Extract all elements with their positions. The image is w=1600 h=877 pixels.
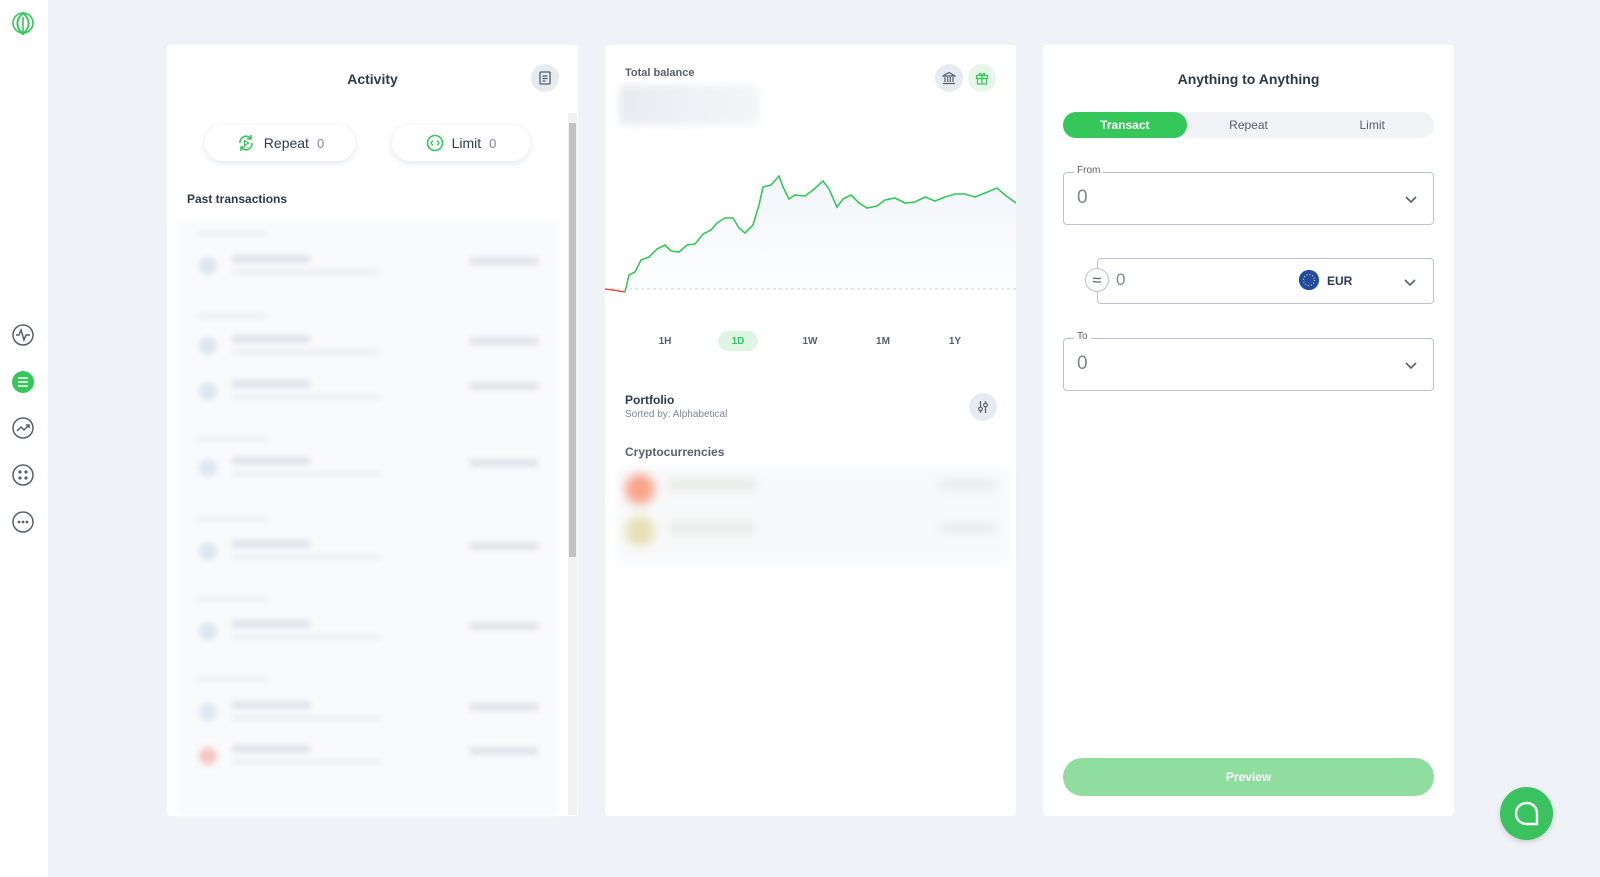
bank-icon bbox=[942, 71, 956, 85]
chat-support-button[interactable] bbox=[1500, 787, 1553, 840]
balance-panel: Total balance 1H 1D 1W 1M 1Y Portfolio S… bbox=[605, 45, 1016, 816]
crypto-list bbox=[617, 468, 1009, 564]
sidebar bbox=[0, 0, 48, 877]
exchange-panel: Anything to Anything Transact Repeat Lim… bbox=[1043, 45, 1454, 816]
balance-chart bbox=[605, 174, 1016, 293]
balance-amount bbox=[619, 85, 759, 125]
past-transactions-label: Past transactions bbox=[187, 192, 288, 206]
eu-flag-icon bbox=[1299, 270, 1319, 290]
list-icon[interactable] bbox=[11, 370, 35, 394]
portfolio-title: Portfolio bbox=[625, 393, 675, 407]
repeat-count: 0 bbox=[316, 135, 325, 151]
amount-field[interactable]: 0 EUR bbox=[1097, 258, 1434, 304]
gift-icon bbox=[975, 72, 989, 85]
chat-bubble-icon bbox=[1514, 801, 1538, 825]
apps-grid-icon[interactable] bbox=[11, 463, 35, 487]
chevron-down-icon[interactable] bbox=[1404, 358, 1418, 372]
sliders-icon bbox=[978, 401, 988, 413]
activity-scrollbar[interactable] bbox=[568, 113, 577, 815]
bank-button[interactable] bbox=[935, 64, 963, 92]
currency-label: EUR bbox=[1327, 274, 1353, 288]
amount-value: 0 bbox=[1116, 270, 1126, 289]
timeframe-1m[interactable]: 1M bbox=[863, 331, 903, 351]
approx-equal-icon bbox=[1092, 277, 1102, 283]
chart-negative-line bbox=[605, 288, 626, 293]
exchange-tabs: Transact Repeat Limit bbox=[1063, 112, 1434, 138]
limit-button[interactable]: Limit 0 bbox=[392, 125, 530, 161]
more-dots-icon[interactable] bbox=[11, 510, 35, 534]
tab-transact[interactable]: Transact bbox=[1063, 112, 1187, 138]
timeframe-1h[interactable]: 1H bbox=[645, 331, 685, 351]
tab-repeat[interactable]: Repeat bbox=[1187, 112, 1311, 138]
gift-button[interactable] bbox=[968, 64, 996, 92]
limit-label: Limit bbox=[451, 135, 482, 151]
repeat-icon bbox=[238, 135, 253, 151]
total-balance-label: Total balance bbox=[625, 67, 695, 79]
chevron-down-icon[interactable] bbox=[1403, 275, 1417, 289]
portfolio-sort: Sorted by: Alphabetical bbox=[625, 409, 728, 420]
exchange-title: Anything to Anything bbox=[1177, 71, 1320, 87]
timeframe-1y[interactable]: 1Y bbox=[935, 331, 975, 351]
from-label: From bbox=[1074, 165, 1104, 176]
document-icon bbox=[539, 71, 551, 85]
activity-title: Activity bbox=[347, 71, 398, 87]
transactions-list bbox=[177, 221, 559, 816]
logo-icon[interactable] bbox=[11, 11, 35, 36]
timeframe-1d[interactable]: 1D bbox=[718, 331, 758, 351]
activity-panel: Activity Repeat 0 Limit 0 Past transacti… bbox=[167, 45, 578, 816]
to-field[interactable]: To 0 bbox=[1063, 331, 1434, 391]
preview-button[interactable]: Preview bbox=[1063, 758, 1434, 796]
portfolio-settings-button[interactable] bbox=[969, 393, 997, 421]
repeat-button[interactable]: Repeat 0 bbox=[205, 125, 355, 161]
trend-chart-icon[interactable] bbox=[11, 416, 35, 440]
statement-button[interactable] bbox=[531, 64, 559, 92]
limit-icon bbox=[426, 134, 443, 152]
repeat-label: Repeat bbox=[263, 135, 309, 151]
to-value: 0 bbox=[1077, 353, 1088, 374]
to-label: To bbox=[1074, 331, 1091, 342]
tab-limit[interactable]: Limit bbox=[1310, 112, 1434, 138]
cryptocurrencies-label: Cryptocurrencies bbox=[625, 445, 725, 459]
swap-button[interactable] bbox=[1085, 268, 1109, 292]
timeframe-1w[interactable]: 1W bbox=[790, 331, 830, 351]
from-value: 0 bbox=[1077, 187, 1088, 208]
limit-count: 0 bbox=[489, 135, 497, 151]
from-field[interactable]: From 0 bbox=[1063, 165, 1434, 225]
scrollbar-thumb[interactable] bbox=[569, 123, 576, 557]
activity-pulse-icon[interactable] bbox=[11, 323, 35, 347]
chevron-down-icon[interactable] bbox=[1404, 192, 1418, 206]
